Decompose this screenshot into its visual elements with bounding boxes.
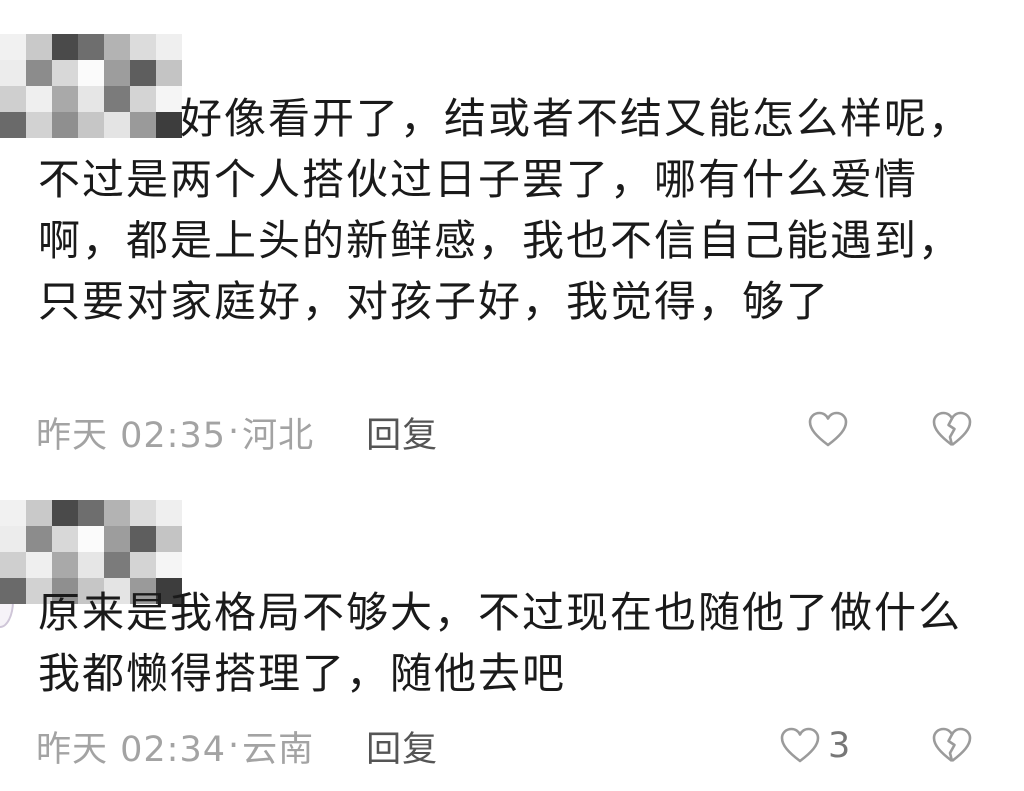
comment-time: 昨天 02:34 [36, 729, 226, 770]
like-button[interactable]: 3 [778, 724, 850, 768]
like-button[interactable] [806, 408, 856, 452]
comment-time: 昨天 02:35 [36, 415, 226, 456]
comment-item: 原来是我格局不够大，不过现在也随他了做什么我都懒得搭理了，随他去吧 昨天 02:… [0, 470, 1024, 791]
dislike-button[interactable] [930, 408, 974, 456]
dislike-button[interactable] [930, 724, 974, 772]
broken-heart-icon [932, 411, 972, 447]
broken-heart-icon [932, 727, 972, 763]
comment-text: 原来是我格局不够大，不过现在也随他了做什么我都懒得搭理了，随他去吧 [38, 588, 963, 698]
like-count: 3 [828, 726, 851, 766]
comment-meta: 昨天 02:35 · 河北 回复 [36, 407, 438, 457]
heart-outline-icon [780, 727, 820, 763]
meta-separator: · [228, 412, 241, 452]
reply-button[interactable]: 回复 [366, 721, 438, 772]
heart-outline-icon [808, 411, 848, 447]
comment-meta: 昨天 02:34 · 云南 回复 [36, 721, 438, 771]
comment-location: 河北 [242, 415, 315, 456]
comment-text: 好像看开了，结或者不结又能怎么样呢，不过是两个人搭伙过日子罢了，哪有什么爱情啊，… [38, 94, 973, 326]
comment-location: 云南 [242, 729, 315, 770]
reply-button[interactable]: 回复 [366, 407, 438, 458]
comment-item: 好像看开了，结或者不结又能怎么样呢，不过是两个人搭伙过日子罢了，哪有什么爱情啊，… [0, 0, 1024, 470]
meta-separator: · [228, 726, 241, 766]
